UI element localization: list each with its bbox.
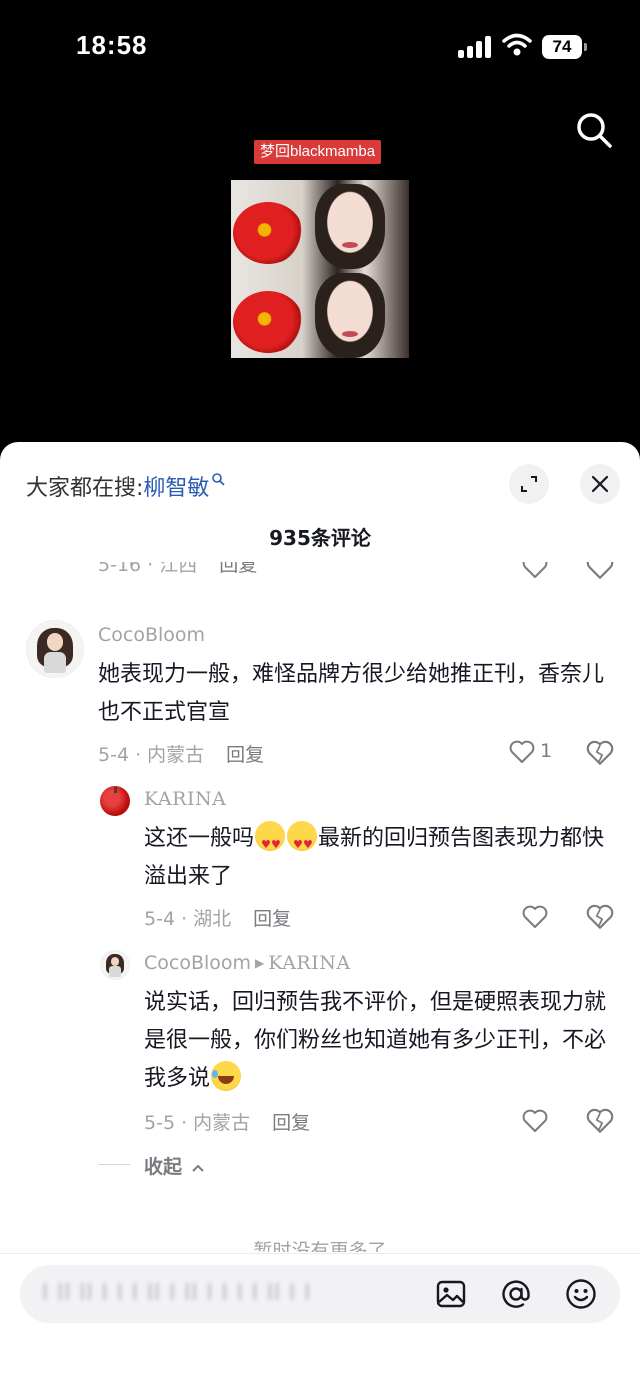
hot-search-keyword[interactable]: 柳智敏 [143, 476, 209, 501]
reply-username[interactable]: KARINA [144, 788, 226, 810]
expand-button[interactable] [509, 464, 549, 504]
comment-count: 935条评论 [269, 526, 371, 550]
video-thumbnail [231, 180, 409, 358]
like-count: 1 [540, 740, 553, 762]
reply-arrow-icon: ▶ [255, 956, 265, 970]
photo-image [231, 269, 409, 358]
smiley-icon[interactable] [564, 1277, 598, 1311]
comment-input[interactable]: l ll ll l l l ll l ll l l l l ll l l [20, 1265, 620, 1323]
photo-image [231, 180, 409, 269]
avatar[interactable] [26, 620, 84, 678]
reply-username: CocoBloom ▶ KARINA [144, 952, 351, 974]
reply-target[interactable]: KARINA [268, 952, 350, 974]
comment-input-bar: l ll ll l l l ll l ll l l l l ll l l [0, 1253, 640, 1387]
expand-icon [521, 476, 537, 492]
search-icon[interactable] [572, 108, 616, 152]
reply-text: 这还一般吗最新的回归预告图表现力都快溢出来了 [144, 820, 610, 896]
heart-icon[interactable] [521, 562, 549, 582]
collapse-label: 收起 [144, 1156, 183, 1178]
comment-meta: 5-4 · 内蒙古 回复 [98, 744, 265, 766]
reply-meta: 5-5 · 内蒙古 回复 [144, 1112, 311, 1134]
reply-text: 说实话，回归预告我不评价，但是硬照表现力就是很一般，你们粉丝也知道她有多少正刊，… [144, 990, 607, 1091]
image-icon[interactable] [434, 1277, 468, 1311]
heart-icon[interactable] [521, 1106, 549, 1136]
reply-link[interactable]: 回复 [272, 1112, 310, 1134]
at-icon[interactable] [499, 1277, 533, 1311]
like-button[interactable]: 1 [508, 738, 558, 768]
small-search-icon [212, 473, 226, 486]
reply-link[interactable]: 回复 [253, 908, 291, 930]
reply-link[interactable]: 回复 [219, 562, 257, 576]
close-button[interactable] [580, 464, 620, 504]
reply-author[interactable]: CocoBloom [144, 952, 251, 974]
chevron-up-icon [191, 1164, 204, 1172]
status-bar: 18:58 74 [0, 0, 640, 90]
reply-link[interactable]: 回复 [226, 744, 264, 766]
broken-heart-icon[interactable] [585, 1106, 615, 1136]
comment-sheet: 大家都在搜:柳智敏 935条评论 5-16 · 江西 回复 CocoBloom 她… [0, 442, 640, 1387]
close-icon [591, 475, 609, 493]
comment-text: 她表现力一般，难怪品牌方很少给她推正刊，香奈儿也不正式官宣 [98, 662, 605, 725]
no-more-text: 暂时没有更多了 [253, 1240, 387, 1252]
avatar[interactable] [100, 786, 130, 816]
laughing-tears-emoji [211, 1061, 242, 1091]
reply-meta: 5-4 · 湖北 回复 [144, 908, 292, 930]
status-time: 18:58 [76, 30, 148, 60]
comment-username[interactable]: CocoBloom [98, 624, 205, 646]
signal-icon [458, 36, 492, 58]
broken-heart-icon[interactable] [585, 738, 615, 768]
video-tag: 梦回blackmamba [254, 140, 382, 164]
avatar[interactable] [100, 950, 130, 980]
broken-heart-icon[interactable] [585, 902, 615, 932]
broken-heart-icon[interactable] [585, 562, 615, 582]
heart-icon [509, 740, 535, 763]
heart-eyes-emoji [255, 821, 286, 864]
hot-search[interactable]: 大家都在搜:柳智敏 [26, 470, 226, 502]
comment-input-value: l ll ll l l l ll l ll l l l l ll l l [42, 1281, 312, 1306]
divider [98, 1164, 130, 1165]
comment-meta: 5-16 · 江西 回复 [98, 562, 257, 577]
cut-off-comment-row: 5-16 · 江西 回复 [0, 562, 640, 584]
wifi-icon [502, 33, 532, 56]
hot-search-prefix: 大家都在搜: [26, 476, 144, 501]
heart-eyes-emoji [287, 821, 318, 864]
heart-icon[interactable] [521, 902, 549, 932]
battery-indicator: 74 [542, 35, 587, 59]
